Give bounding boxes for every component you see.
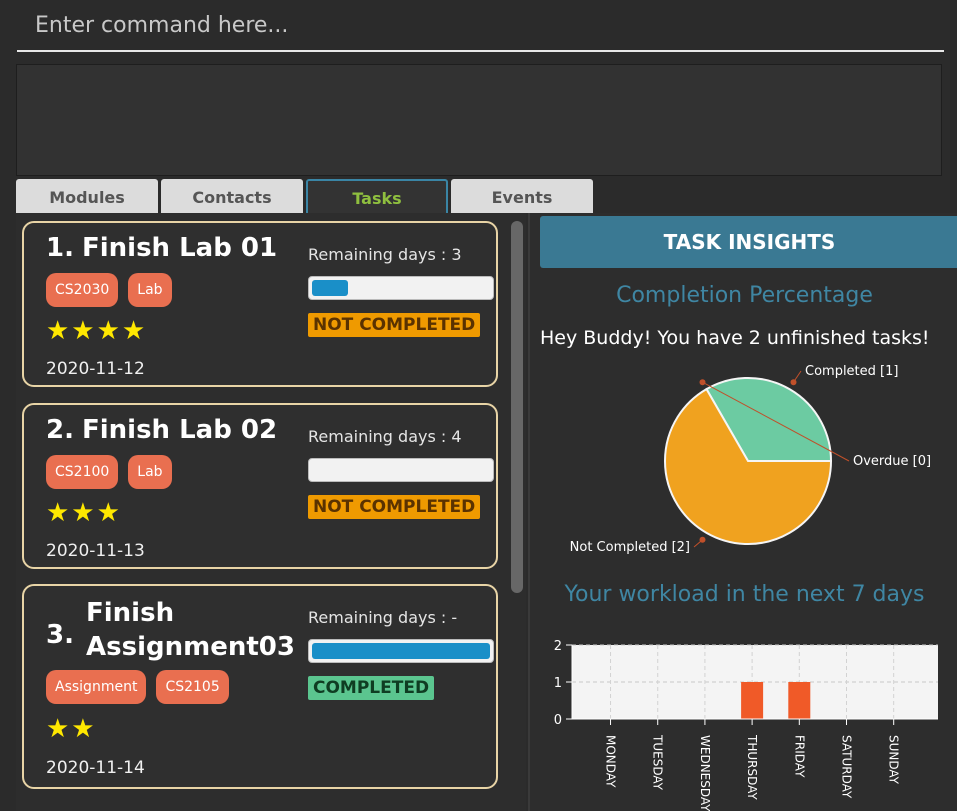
x-tick-label: THURSDAY (745, 734, 759, 800)
priority-stars: ★★★★ (46, 316, 148, 346)
x-tick-label: SUNDAY (887, 735, 901, 785)
command-box[interactable] (17, 0, 944, 52)
tab-tasks[interactable]: Tasks (306, 179, 448, 213)
remaining-days: Remaining days : 3 (308, 245, 462, 264)
task-card[interactable]: 1. Finish Lab 01 CS2030 Lab ★★★★ 2020-11-… (22, 221, 498, 387)
insights-header: TASK INSIGHTS (540, 216, 957, 268)
unfinished-message: Hey Buddy! You have 2 unfinished tasks! (540, 327, 930, 349)
task-title: 1. Finish Lab 01 (46, 233, 277, 263)
task-index: 2. (46, 415, 74, 445)
task-name-line: Finish (86, 598, 175, 628)
task-tags: CS2100 Lab (46, 455, 172, 489)
tag: Assignment (46, 670, 147, 704)
tag: CS2100 (46, 455, 119, 489)
workload-bar (788, 682, 811, 719)
pie-label-line (793, 370, 802, 383)
remaining-days: Remaining days : 4 (308, 427, 462, 446)
tag: CS2105 (156, 670, 229, 704)
y-tick-label: 1 (554, 676, 562, 691)
pie-label-marker (699, 379, 706, 386)
x-tick-label: SATURDAY (840, 735, 854, 799)
priority-stars: ★★★ (46, 498, 122, 528)
x-tick-label: TUESDAY (651, 734, 665, 791)
task-list-panel: 1. Finish Lab 01 CS2030 Lab ★★★★ 2020-11-… (16, 213, 526, 811)
pie-label: Completed [1] (805, 364, 898, 379)
tag: Lab (128, 455, 172, 489)
remaining-days: Remaining days : - (308, 608, 458, 627)
task-title: 2. Finish Lab 02 (46, 415, 277, 445)
x-tick-label: FRIDAY (792, 735, 806, 778)
scrollbar-thumb[interactable] (511, 221, 523, 593)
x-tick-label: WEDNESDAY (698, 735, 712, 811)
task-date: 2020-11-14 (46, 758, 145, 778)
task-name-line: Assignment03 (86, 632, 295, 662)
task-card[interactable]: 2. Finish Lab 02 CS2100 Lab ★★★ 2020-11-1… (22, 403, 498, 569)
progress-bar (308, 458, 494, 482)
task-tags: CS2030 Lab (46, 273, 172, 307)
workload-title: Your workload in the next 7 days (564, 582, 925, 607)
workload-bar (741, 682, 764, 719)
pie-label: Not Completed [2] (570, 540, 690, 555)
status-badge: NOT COMPLETED (308, 495, 481, 519)
x-tick-label: MONDAY (604, 735, 618, 788)
pie-label: Overdue [0] (853, 454, 931, 469)
status-badge: COMPLETED (308, 676, 435, 700)
tag: CS2030 (46, 273, 119, 307)
task-card[interactable]: 3. Finish Assignment03 Assignment CS2105… (22, 584, 498, 789)
completion-pie-chart: Completed [1] Overdue [0] Not Completed [2… (570, 364, 931, 555)
status-badge: NOT COMPLETED (308, 313, 481, 337)
progress-fill (312, 280, 348, 296)
completion-title: Completion Percentage (616, 283, 873, 308)
progress-fill (312, 643, 490, 659)
pie-label-line (693, 539, 703, 548)
tag: Lab (128, 273, 172, 307)
tab-contacts[interactable]: Contacts (161, 179, 303, 213)
task-insights-panel: TASK INSIGHTS Completion Percentage Hey … (528, 213, 957, 811)
y-tick-label: 2 (554, 639, 562, 654)
task-index: 3. (46, 620, 74, 650)
y-tick-label: 0 (554, 713, 562, 728)
progress-bar (308, 276, 494, 300)
task-index: 1. (46, 233, 74, 263)
priority-stars: ★★ (46, 714, 97, 744)
task-date: 2020-11-12 (46, 359, 145, 379)
task-name: Finish Lab 02 (81, 415, 278, 445)
workload-bar-chart: 0 1 2 MONDAY TUESDAY WEDNESDAY THURSDAY FRIDAY S… (554, 639, 938, 811)
progress-bar (308, 639, 494, 663)
tab-bar: Modules Contacts Tasks Events (16, 179, 596, 213)
tab-events[interactable]: Events (451, 179, 593, 213)
task-name: Finish Assignment03 (86, 596, 295, 664)
task-date: 2020-11-13 (46, 541, 145, 561)
task-tags: Assignment CS2105 (46, 670, 229, 704)
task-name: Finish Lab 01 (81, 233, 278, 263)
result-display (16, 64, 942, 176)
command-input[interactable] (17, 0, 944, 50)
tab-modules[interactable]: Modules (16, 179, 158, 213)
